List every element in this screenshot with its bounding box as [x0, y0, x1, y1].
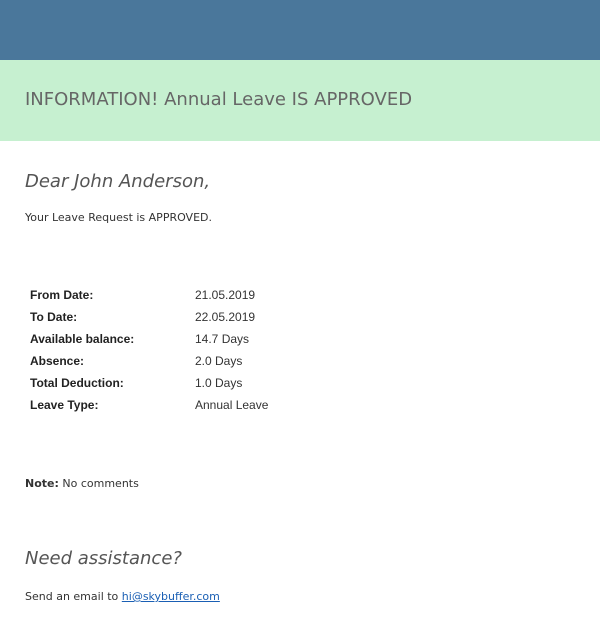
detail-row-available-balance: Available balance: 14.7 Days: [25, 328, 268, 350]
support-email-link[interactable]: hi@skybuffer.com: [122, 590, 220, 603]
detail-value: Annual Leave: [195, 398, 269, 412]
detail-row-total-deduction: Total Deduction: 1.0 Days: [25, 372, 268, 394]
contact-prefix: Send an email to: [25, 590, 122, 603]
note-line: Note: No comments: [25, 477, 139, 490]
detail-label: To Date:: [30, 310, 78, 324]
detail-label: Available balance:: [30, 332, 135, 346]
contact-line: Send an email to hi@skybuffer.com: [25, 590, 220, 603]
detail-label: Leave Type:: [30, 398, 99, 412]
greeting-heading: Dear John Anderson,: [25, 171, 211, 192]
note-text: No comments: [58, 477, 139, 490]
detail-row-absence: Absence: 2.0 Days: [25, 350, 268, 372]
detail-label: Absence:: [30, 354, 85, 368]
detail-value: 1.0 Days: [195, 376, 243, 390]
detail-value: 21.05.2019: [195, 288, 256, 302]
detail-label: Total Deduction:: [30, 376, 124, 390]
detail-value: 22.05.2019: [195, 310, 256, 324]
leave-details-table: From Date: 21.05.2019 To Date: 22.05.201…: [25, 284, 268, 416]
note-label: Note:: [25, 477, 59, 490]
detail-value: 2.0 Days: [195, 354, 243, 368]
approval-banner: INFORMATION! Annual Leave IS APPROVED: [0, 60, 600, 141]
detail-value: 14.7 Days: [195, 332, 250, 346]
detail-label: From Date:: [30, 288, 94, 302]
detail-row-leave-type: Leave Type: Annual Leave: [25, 394, 268, 416]
detail-row-from-date: From Date: 21.05.2019: [25, 284, 268, 306]
intro-text: Your Leave Request is APPROVED.: [25, 211, 212, 224]
detail-row-to-date: To Date: 22.05.2019: [25, 306, 268, 328]
email-header-bar: [0, 0, 600, 60]
banner-title: INFORMATION! Annual Leave IS APPROVED: [25, 89, 413, 110]
assistance-heading: Need assistance?: [25, 548, 182, 569]
